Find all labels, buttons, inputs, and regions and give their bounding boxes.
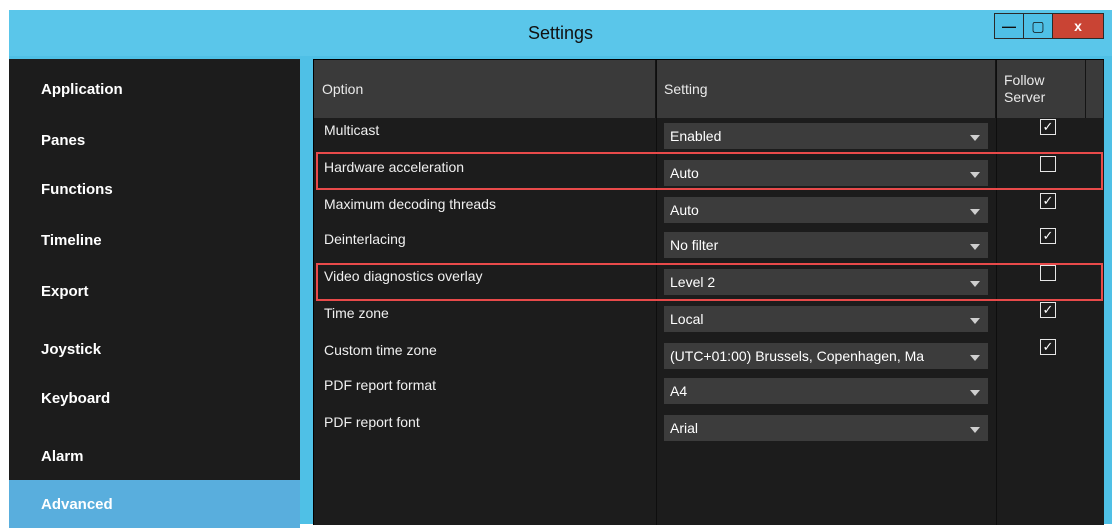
sidebar-item-label: Alarm bbox=[41, 447, 84, 465]
column-header-label: Setting bbox=[664, 81, 708, 97]
settings-table: Option Setting Follow Server Multicast E… bbox=[313, 59, 1104, 525]
minimize-button[interactable]: — bbox=[994, 13, 1024, 39]
sidebar-item-application[interactable]: Application bbox=[9, 65, 300, 113]
chevron-down-icon bbox=[970, 355, 980, 361]
sidebar-item-label: Advanced bbox=[41, 495, 113, 513]
follow-server-checkbox[interactable]: ✓ bbox=[1040, 339, 1056, 355]
sidebar-item-keyboard[interactable]: Keyboard bbox=[9, 374, 300, 422]
sidebar-item-joystick[interactable]: Joystick bbox=[9, 325, 300, 373]
sidebar-item-label: Panes bbox=[41, 131, 86, 149]
dropdown-value: Local bbox=[670, 311, 704, 327]
window-title: Settings bbox=[527, 23, 594, 43]
option-label: Custom time zone bbox=[324, 342, 437, 358]
close-icon: x bbox=[1074, 18, 1082, 34]
sidebar-item-advanced[interactable]: Advanced bbox=[9, 480, 300, 528]
dropdown-value: (UTC+01:00) Brussels, Copenhagen, Ma bbox=[670, 348, 925, 364]
settings-sidebar: Application Panes Functions Timeline Exp… bbox=[9, 59, 300, 528]
sidebar-item-label: Functions bbox=[41, 180, 113, 198]
setting-dropdown[interactable]: Local bbox=[664, 306, 988, 332]
dropdown-value: Level 2 bbox=[670, 274, 716, 290]
maximize-button[interactable]: ▢ bbox=[1023, 13, 1053, 39]
sidebar-item-alarm[interactable]: Alarm bbox=[9, 432, 300, 480]
table-row: Multicast Enabled ✓ bbox=[314, 114, 1104, 151]
option-label: Deinterlacing bbox=[324, 231, 406, 247]
setting-dropdown[interactable]: Auto bbox=[664, 197, 988, 223]
table-row: PDF report format A4 bbox=[314, 369, 1104, 406]
setting-dropdown[interactable]: Auto bbox=[664, 160, 988, 186]
option-label: Multicast bbox=[324, 122, 380, 138]
dropdown-value: Enabled bbox=[670, 128, 722, 144]
setting-dropdown[interactable]: Arial bbox=[664, 415, 988, 441]
title-bar[interactable]: Settings — ▢ x bbox=[9, 10, 1112, 56]
table-row: PDF report font Arial bbox=[314, 406, 1104, 443]
sidebar-item-label: Application bbox=[41, 80, 123, 98]
option-label: Hardware acceleration bbox=[324, 159, 465, 175]
table-row: Maximum decoding threads Auto ✓ bbox=[314, 188, 1104, 225]
sidebar-item-functions[interactable]: Functions bbox=[9, 165, 300, 213]
column-header-setting[interactable]: Setting bbox=[656, 60, 996, 118]
setting-dropdown[interactable]: No filter bbox=[664, 232, 988, 258]
table-row: Video diagnostics overlay Level 2 bbox=[314, 260, 1104, 297]
table-row: Custom time zone (UTC+01:00) Brussels, C… bbox=[314, 334, 1104, 371]
column-header-label: Follow bbox=[1004, 72, 1045, 88]
option-label: PDF report font bbox=[324, 414, 420, 430]
chevron-down-icon bbox=[970, 135, 980, 141]
sidebar-item-label: Keyboard bbox=[41, 389, 111, 407]
sidebar-item-panes[interactable]: Panes bbox=[9, 116, 300, 164]
chevron-down-icon bbox=[970, 172, 980, 178]
follow-server-checkbox[interactable]: ✓ bbox=[1040, 302, 1056, 318]
table-row: Hardware acceleration Auto bbox=[314, 151, 1104, 188]
chevron-down-icon bbox=[970, 427, 980, 433]
setting-dropdown[interactable]: Enabled bbox=[664, 123, 988, 149]
sidebar-item-timeline[interactable]: Timeline bbox=[9, 216, 300, 264]
follow-server-checkbox[interactable] bbox=[1040, 156, 1056, 172]
chevron-down-icon bbox=[970, 281, 980, 287]
follow-server-checkbox[interactable]: ✓ bbox=[1040, 119, 1056, 135]
option-label: PDF report format bbox=[324, 377, 437, 393]
option-label: Maximum decoding threads bbox=[324, 196, 496, 212]
sidebar-item-label: Export bbox=[41, 282, 89, 300]
sidebar-item-export[interactable]: Export bbox=[9, 267, 300, 315]
minimize-icon: — bbox=[1002, 18, 1016, 34]
chevron-down-icon bbox=[970, 209, 980, 215]
chevron-down-icon bbox=[970, 390, 980, 396]
column-header-label: Server bbox=[1004, 89, 1046, 105]
follow-server-checkbox[interactable]: ✓ bbox=[1040, 193, 1056, 209]
column-header-option[interactable]: Option bbox=[314, 60, 656, 118]
dropdown-value: Auto bbox=[670, 165, 699, 181]
table-row: Time zone Local ✓ bbox=[314, 297, 1104, 334]
dropdown-value: Auto bbox=[670, 202, 699, 218]
column-header-follow-server[interactable]: Follow Server bbox=[996, 60, 1086, 118]
dropdown-value: Arial bbox=[670, 420, 699, 436]
chevron-down-icon bbox=[970, 318, 980, 324]
close-button[interactable]: x bbox=[1052, 13, 1104, 39]
window-controls: — ▢ x bbox=[994, 13, 1104, 39]
dropdown-value: A4 bbox=[670, 383, 688, 399]
chevron-down-icon bbox=[970, 244, 980, 250]
dropdown-value: No filter bbox=[670, 237, 719, 253]
table-row: Deinterlacing No filter ✓ bbox=[314, 223, 1104, 260]
option-label: Time zone bbox=[324, 305, 389, 321]
sidebar-item-label: Timeline bbox=[41, 231, 102, 249]
setting-dropdown[interactable]: Level 2 bbox=[664, 269, 988, 295]
maximize-icon: ▢ bbox=[1031, 17, 1045, 34]
setting-dropdown[interactable]: (UTC+01:00) Brussels, Copenhagen, Ma bbox=[664, 343, 988, 369]
column-header-spacer bbox=[1086, 60, 1104, 118]
follow-server-checkbox[interactable]: ✓ bbox=[1040, 228, 1056, 244]
sidebar-item-label: Joystick bbox=[41, 340, 102, 358]
follow-server-checkbox[interactable] bbox=[1040, 265, 1056, 281]
setting-dropdown[interactable]: A4 bbox=[664, 378, 988, 404]
column-header-label: Option bbox=[322, 81, 364, 97]
option-label: Video diagnostics overlay bbox=[324, 268, 483, 284]
